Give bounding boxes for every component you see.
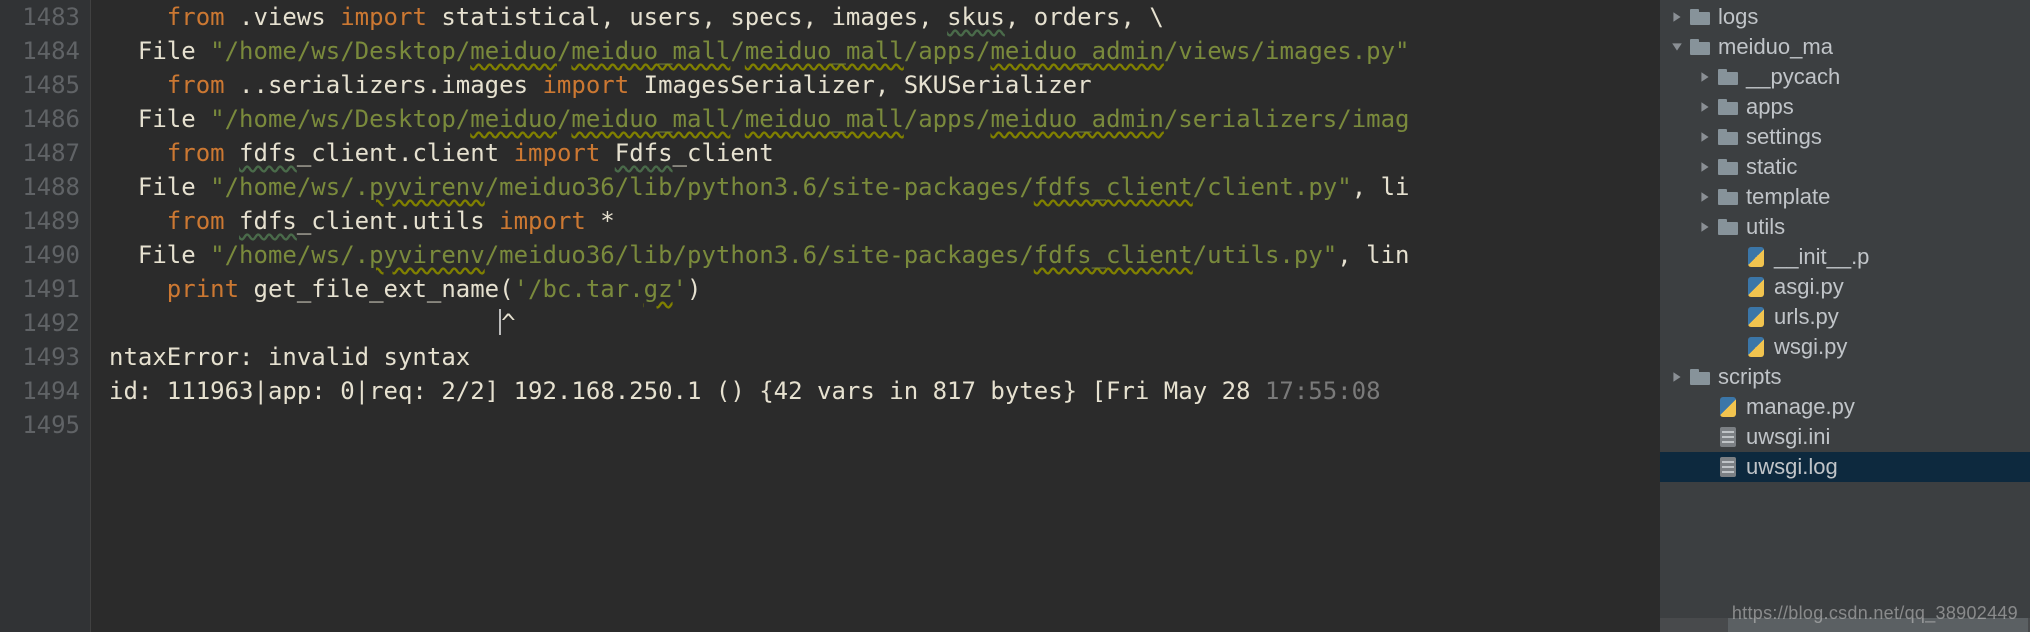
code-line[interactable]: from fdfs_client.utils import *	[109, 204, 1659, 238]
tree-file[interactable]: __init__.p	[1670, 242, 2030, 272]
tree-item-label: static	[1746, 154, 1797, 180]
python-file-icon	[1746, 277, 1766, 297]
tree-file[interactable]: urls.py	[1670, 302, 2030, 332]
line-number: 1492	[0, 306, 80, 340]
line-number: 1493	[0, 340, 80, 374]
tree-item-label: manage.py	[1746, 394, 1855, 420]
text-file-icon	[1718, 427, 1738, 447]
tree-item-label: __init__.p	[1774, 244, 1869, 270]
tree-item-label: scripts	[1718, 364, 1782, 390]
line-number: 1490	[0, 238, 80, 272]
code-line[interactable]: ^	[109, 306, 1659, 340]
text-file-icon	[1718, 457, 1738, 477]
tree-item-label: wsgi.py	[1774, 334, 1847, 360]
chevron-right-icon[interactable]	[1670, 10, 1684, 24]
chevron-right-icon[interactable]	[1698, 130, 1712, 144]
tree-folder[interactable]: template	[1670, 182, 2030, 212]
gutter-separator	[90, 0, 109, 632]
tree-folder[interactable]: scripts	[1670, 362, 2030, 392]
folder-icon	[1718, 67, 1738, 87]
code-line[interactable]: print get_file_ext_name('/bc.tar.gz')	[109, 272, 1659, 306]
chevron-right-icon[interactable]	[1698, 100, 1712, 114]
python-file-icon	[1746, 247, 1766, 267]
folder-icon	[1718, 97, 1738, 117]
folder-icon	[1690, 367, 1710, 387]
code-line[interactable]: from .views import statistical, users, s…	[109, 0, 1659, 34]
line-number: 1494	[0, 374, 80, 408]
folder-icon	[1690, 7, 1710, 27]
line-number-gutter: 1483148414851486148714881489149014911492…	[0, 0, 90, 632]
code-line[interactable]	[109, 408, 1659, 442]
tree-item-label: urls.py	[1774, 304, 1839, 330]
tree-folder[interactable]: settings	[1670, 122, 2030, 152]
tree-folder[interactable]: static	[1670, 152, 2030, 182]
folder-icon	[1690, 37, 1710, 57]
chevron-right-icon[interactable]	[1698, 220, 1712, 234]
tree-folder[interactable]: __pycach	[1670, 62, 2030, 92]
code-line[interactable]: File "/home/ws/.pyvirenv/meiduo36/lib/py…	[109, 170, 1659, 204]
tree-item-label: uwsgi.ini	[1746, 424, 1830, 450]
tree-item-label: utils	[1746, 214, 1785, 240]
code-line[interactable]: File "/home/ws/Desktop/meiduo/meiduo_mal…	[109, 102, 1659, 136]
project-tree[interactable]: logs meiduo_ma __pycachapps settings static t…	[1660, 0, 2030, 482]
tree-file[interactable]: manage.py	[1670, 392, 2030, 422]
code-line[interactable]: from fdfs_client.client import Fdfs_clie…	[109, 136, 1659, 170]
line-number: 1491	[0, 272, 80, 306]
tree-file[interactable]: uwsgi.log	[1660, 452, 2030, 482]
code-line[interactable]: id: 111963|app: 0|req: 2/2] 192.168.250.…	[109, 374, 1659, 408]
folder-icon	[1718, 217, 1738, 237]
python-file-icon	[1746, 337, 1766, 357]
folder-icon	[1718, 157, 1738, 177]
ide-root: 1483148414851486148714881489149014911492…	[0, 0, 2030, 632]
line-number: 1495	[0, 408, 80, 442]
tree-item-label: __pycach	[1746, 64, 1840, 90]
line-number: 1485	[0, 68, 80, 102]
tree-folder[interactable]: utils	[1670, 212, 2030, 242]
tree-folder[interactable]: logs	[1670, 2, 2030, 32]
folder-icon	[1718, 127, 1738, 147]
tree-folder[interactable]: meiduo_ma	[1670, 32, 2030, 62]
tree-file[interactable]: uwsgi.ini	[1670, 422, 2030, 452]
line-number: 1486	[0, 102, 80, 136]
chevron-right-icon[interactable]	[1698, 160, 1712, 174]
folder-icon	[1718, 187, 1738, 207]
code-line[interactable]: ntaxError: invalid syntax	[109, 340, 1659, 374]
tree-folder[interactable]: apps	[1670, 92, 2030, 122]
chevron-right-icon[interactable]	[1698, 70, 1712, 84]
code-area[interactable]: from .views import statistical, users, s…	[109, 0, 1659, 632]
line-number: 1483	[0, 0, 80, 34]
chevron-right-icon[interactable]	[1698, 190, 1712, 204]
chevron-right-icon[interactable]	[1670, 370, 1684, 384]
line-number: 1489	[0, 204, 80, 238]
tree-item-label: asgi.py	[1774, 274, 1844, 300]
code-line[interactable]: File "/home/ws/Desktop/meiduo/meiduo_mal…	[109, 34, 1659, 68]
tree-item-label: apps	[1746, 94, 1794, 120]
tree-item-label: template	[1746, 184, 1830, 210]
editor-pane[interactable]: 1483148414851486148714881489149014911492…	[0, 0, 1659, 632]
python-file-icon	[1718, 397, 1738, 417]
tree-file[interactable]: asgi.py	[1670, 272, 2030, 302]
code-line[interactable]: File "/home/ws/.pyvirenv/meiduo36/lib/py…	[109, 238, 1659, 272]
python-file-icon	[1746, 307, 1766, 327]
code-line[interactable]: from ..serializers.images import ImagesS…	[109, 68, 1659, 102]
tree-file[interactable]: wsgi.py	[1670, 332, 2030, 362]
line-number: 1488	[0, 170, 80, 204]
watermark-text: https://blog.csdn.net/qq_38902449	[1732, 603, 2018, 624]
tree-item-label: logs	[1718, 4, 1758, 30]
line-number: 1484	[0, 34, 80, 68]
chevron-down-icon[interactable]	[1670, 40, 1684, 54]
tree-item-label: settings	[1746, 124, 1822, 150]
line-number: 1487	[0, 136, 80, 170]
tree-item-label: meiduo_ma	[1718, 34, 1833, 60]
project-tree-panel[interactable]: logs meiduo_ma __pycachapps settings static t…	[1659, 0, 2030, 632]
tree-item-label: uwsgi.log	[1746, 454, 1838, 480]
